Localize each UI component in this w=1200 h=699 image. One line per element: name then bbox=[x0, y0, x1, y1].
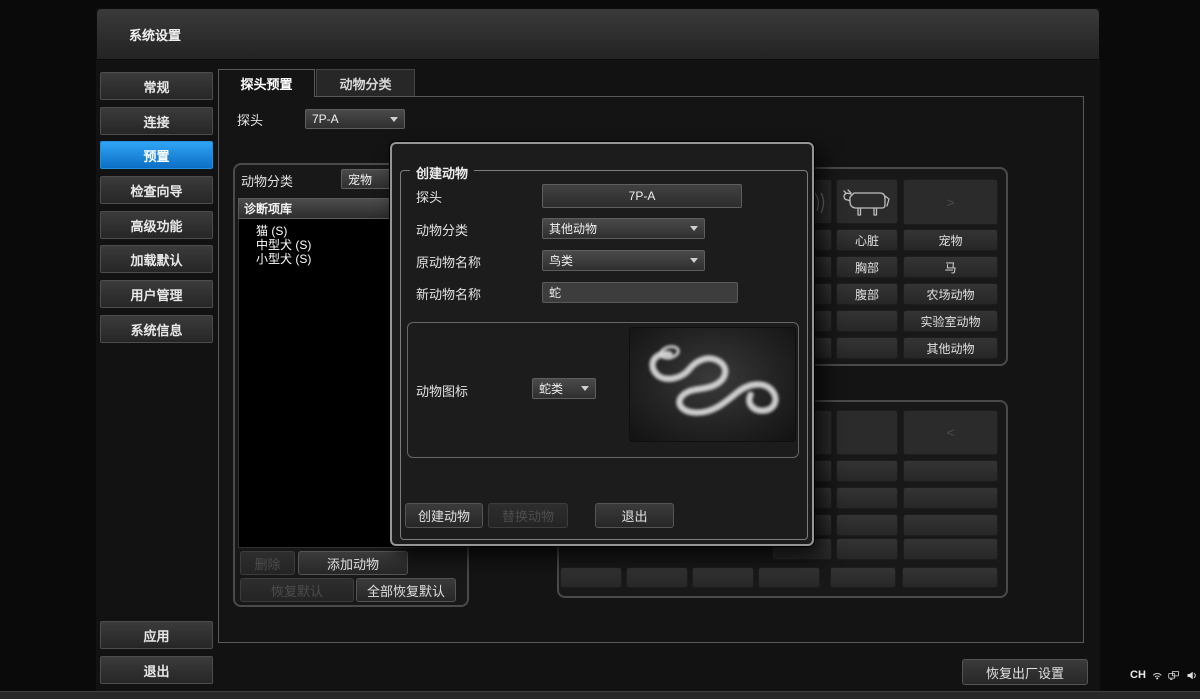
bottom-strip bbox=[0, 691, 1200, 699]
empty-preset-button[interactable] bbox=[560, 567, 622, 588]
tab-animal-category[interactable]: 动物分类 bbox=[316, 69, 415, 96]
empty-preset-button[interactable] bbox=[836, 538, 898, 560]
empty-preset-button[interactable] bbox=[903, 487, 998, 509]
probe-select-value: 7P-A bbox=[312, 112, 386, 126]
snake-icon bbox=[630, 327, 795, 442]
farm-animals-button[interactable]: 农场动物 bbox=[903, 283, 998, 305]
delete-button[interactable]: 删除 bbox=[240, 551, 295, 575]
dialog-category-label: 动物分类 bbox=[416, 221, 506, 237]
network-icon bbox=[1152, 668, 1162, 682]
animal-icon-select[interactable]: 蛇类 bbox=[532, 378, 596, 399]
app-header: 系统设置 bbox=[96, 8, 1100, 60]
dialog-exit-button[interactable]: 退出 bbox=[595, 503, 674, 528]
replace-animal-button[interactable]: 替换动物 bbox=[488, 503, 568, 528]
heart-button[interactable]: 心脏 bbox=[836, 229, 898, 251]
empty-preset-button[interactable] bbox=[836, 460, 898, 482]
sidebar-item-connection[interactable]: 连接 bbox=[100, 107, 213, 135]
probe-label: 探头 bbox=[237, 110, 297, 128]
animal-icon-label: 动物图标 bbox=[416, 382, 496, 398]
empty-preset-button[interactable] bbox=[903, 514, 998, 536]
sidebar-item-user-management[interactable]: 用户管理 bbox=[100, 280, 213, 308]
sidebar-item-system-info[interactable]: 系统信息 bbox=[100, 315, 213, 343]
restore-default-button[interactable]: 恢复默认 bbox=[240, 578, 354, 602]
factory-reset-button[interactable]: 恢复出厂设置 bbox=[962, 659, 1088, 685]
empty-preset-button[interactable] bbox=[902, 567, 998, 588]
apply-button[interactable]: 应用 bbox=[100, 621, 213, 649]
animal-category-title: 动物分类 bbox=[241, 172, 321, 188]
animal-image-cell[interactable] bbox=[836, 410, 898, 455]
empty-preset-button[interactable] bbox=[836, 310, 898, 332]
next-page-button[interactable]: > bbox=[903, 179, 998, 225]
dialog-probe-label: 探头 bbox=[416, 188, 496, 204]
empty-preset-button[interactable] bbox=[758, 567, 820, 588]
dialog-title: 创建动物 bbox=[410, 163, 474, 182]
dialog-probe-display: 7P-A bbox=[542, 184, 742, 208]
add-animal-button[interactable]: 添加动物 bbox=[298, 551, 408, 575]
page-title: 系统设置 bbox=[129, 9, 181, 59]
chevron-down-icon bbox=[390, 117, 398, 122]
original-name-select[interactable]: 鸟类 bbox=[542, 250, 705, 271]
chevron-down-icon bbox=[581, 386, 589, 391]
probe-icon bbox=[1186, 669, 1196, 682]
probe-select[interactable]: 7P-A bbox=[305, 109, 405, 129]
empty-preset-button[interactable] bbox=[836, 337, 898, 359]
lab-animals-button[interactable]: 实验室动物 bbox=[903, 310, 998, 332]
chevron-down-icon bbox=[690, 226, 698, 231]
abdomen-button[interactable]: 腹部 bbox=[836, 283, 898, 305]
chevron-down-icon bbox=[690, 258, 698, 263]
pets-button[interactable]: 宠物 bbox=[903, 229, 998, 251]
create-animal-button[interactable]: 创建动物 bbox=[405, 503, 483, 528]
chest-button[interactable]: 胸部 bbox=[836, 256, 898, 278]
restore-all-button[interactable]: 全部恢复默认 bbox=[356, 578, 456, 602]
page: 系统设置 常规 连接 预置 检查向导 高级功能 加载默认 用户管理 系统信息 应… bbox=[0, 0, 1200, 699]
original-name-label: 原动物名称 bbox=[416, 253, 516, 269]
tab-probe-preset[interactable]: 探头预置 bbox=[218, 69, 315, 97]
empty-preset-button[interactable] bbox=[903, 460, 998, 482]
empty-preset-button[interactable] bbox=[903, 538, 998, 560]
sidebar-item-exam-wizard[interactable]: 检查向导 bbox=[100, 176, 213, 204]
cow-icon bbox=[840, 184, 894, 220]
empty-preset-button[interactable] bbox=[830, 567, 896, 588]
snake-image bbox=[629, 327, 796, 442]
exit-button[interactable]: 退出 bbox=[100, 656, 213, 684]
empty-preset-button[interactable] bbox=[626, 567, 688, 588]
empty-preset-button[interactable] bbox=[836, 487, 898, 509]
other-animals-button[interactable]: 其他动物 bbox=[903, 337, 998, 359]
create-animal-dialog: 创建动物 探头 7P-A 动物分类 其他动物 原动物名称 鸟类 新动物名称 动物… bbox=[390, 142, 814, 546]
dual-display-icon bbox=[1168, 669, 1179, 682]
sidebar-item-advanced[interactable]: 高级功能 bbox=[100, 211, 213, 239]
cow-image[interactable] bbox=[836, 179, 898, 224]
original-name-value: 鸟类 bbox=[549, 252, 686, 269]
sidebar-item-preset[interactable]: 预置 bbox=[100, 141, 213, 169]
new-name-label: 新动物名称 bbox=[416, 285, 516, 301]
sidebar-item-general[interactable]: 常规 bbox=[100, 72, 213, 100]
language-indicator: CH bbox=[1130, 669, 1146, 681]
prev-page-button[interactable]: < bbox=[903, 410, 998, 455]
empty-preset-button[interactable] bbox=[836, 514, 898, 536]
animal-icon-value: 蛇类 bbox=[539, 380, 577, 397]
horse-button[interactable]: 马 bbox=[903, 256, 998, 278]
empty-preset-button[interactable] bbox=[692, 567, 754, 588]
new-animal-name-input[interactable] bbox=[542, 282, 738, 303]
animal-category-value: 其他动物 bbox=[549, 220, 686, 237]
status-bar: CH bbox=[1130, 665, 1196, 685]
animal-category-select[interactable]: 其他动物 bbox=[542, 218, 705, 239]
sidebar-item-load-default[interactable]: 加载默认 bbox=[100, 245, 213, 273]
